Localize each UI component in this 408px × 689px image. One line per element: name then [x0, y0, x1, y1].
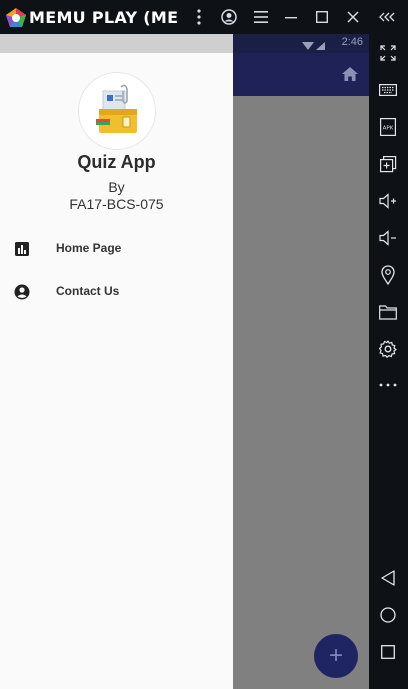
drawer-registration-id: FA17-BCS-075 [69, 196, 164, 212]
emulator-titlebar: MEMU PLAY (ME [0, 0, 408, 34]
maximize-icon[interactable] [311, 6, 333, 28]
drawer-status-area [0, 34, 233, 53]
app-logo-avatar [78, 72, 156, 150]
bar-chart-icon [15, 242, 29, 256]
back-icon[interactable] [377, 567, 399, 589]
status-time: 2:46 [341, 36, 363, 48]
collapse-icon[interactable] [377, 6, 399, 28]
more-vert-icon[interactable] [188, 6, 210, 28]
navigation-drawer: Quiz App By FA17-BCS-075 Home Page Conta… [0, 34, 233, 689]
close-icon[interactable] [342, 6, 364, 28]
volume-up-icon[interactable] [377, 190, 399, 212]
add-fab-button[interactable]: + [314, 634, 358, 678]
emulator-side-toolbar: APK [369, 34, 408, 689]
folder-icon[interactable] [377, 301, 399, 323]
drawer-by-label: By [108, 179, 125, 195]
emulator-brand: MEMU PLAY (ME [29, 8, 179, 27]
recents-icon[interactable] [377, 641, 399, 663]
drawer-item-home-page[interactable]: Home Page [0, 229, 233, 269]
fullscreen-icon[interactable] [377, 42, 399, 64]
drawer-item-label: Home Page [56, 241, 122, 255]
memu-logo-icon [6, 8, 26, 27]
apk-label: APK [383, 126, 394, 132]
keyboard-icon[interactable] [377, 79, 399, 101]
location-icon[interactable] [377, 264, 399, 286]
drawer-item-contact-us[interactable]: Contact Us [0, 272, 233, 312]
home-icon[interactable] [377, 604, 399, 626]
account-circle-icon [14, 284, 30, 300]
multi-instance-icon[interactable] [377, 153, 399, 175]
settings-icon[interactable] [377, 338, 399, 360]
more-horiz-icon[interactable] [377, 374, 399, 396]
apk-install-icon[interactable]: APK [377, 116, 399, 138]
drawer-item-label: Contact Us [56, 284, 120, 298]
volume-down-icon[interactable] [377, 227, 399, 249]
drawer-app-title: Quiz App [77, 152, 156, 172]
menu-icon[interactable] [250, 6, 272, 28]
android-screen: 2:46 + Quiz App By FA17-BCS-075 Home Pag… [0, 34, 369, 689]
account-icon[interactable] [218, 6, 240, 28]
minimize-icon[interactable] [280, 6, 302, 28]
home-action-icon[interactable] [341, 65, 359, 83]
